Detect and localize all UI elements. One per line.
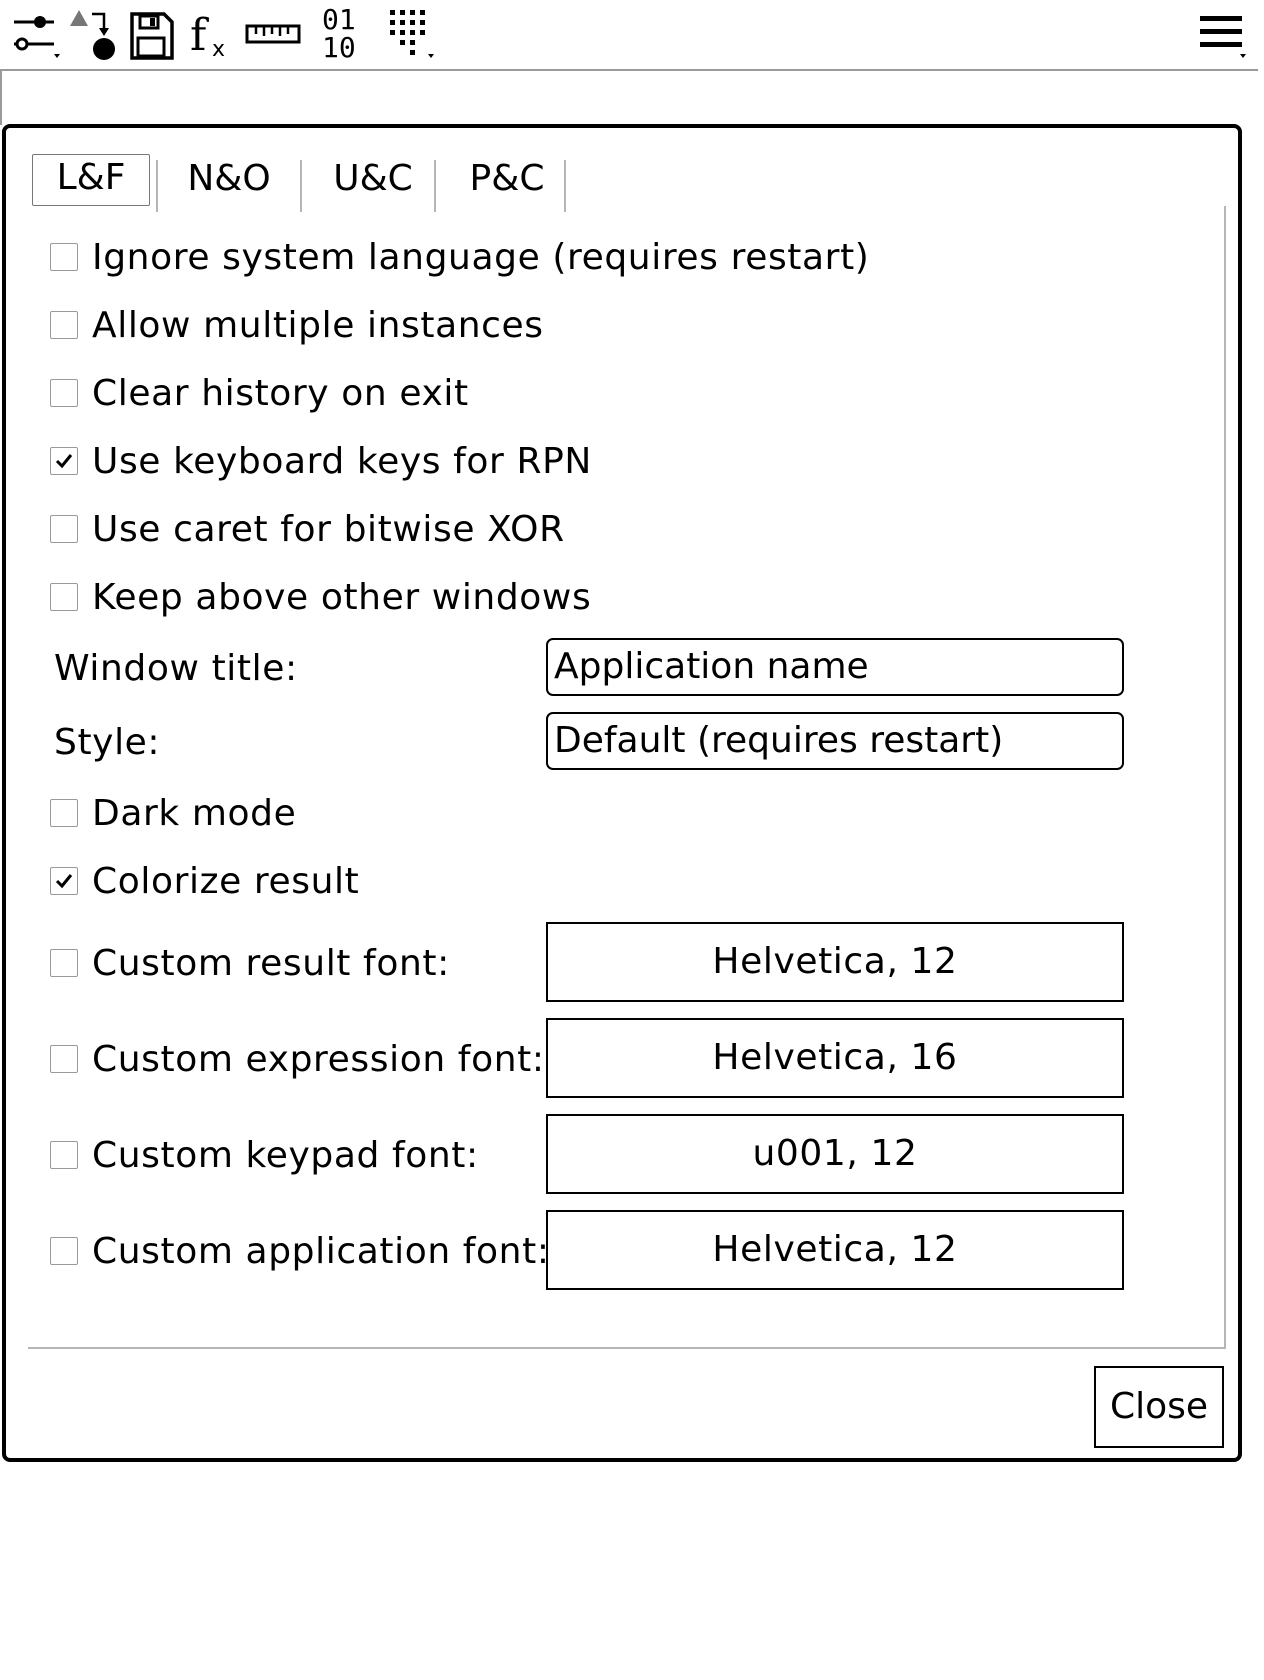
style-combobox[interactable]: Default (requires restart) [546,712,1124,770]
dark-mode-option[interactable]: Dark mode [50,788,296,838]
rpn-keyboard-keys-option[interactable]: Use keyboard keys for RPN [50,436,592,486]
application-font-button[interactable]: Helvetica, 12 [546,1210,1124,1290]
keypad-font-button[interactable]: u001, 12 [546,1114,1124,1194]
option-label: Allow multiple instances [92,304,544,346]
expression-area-edge [0,69,2,125]
option-label: Custom application font: [92,1230,550,1272]
ignore-system-language-option[interactable]: Ignore system language (requires restart… [50,232,869,282]
clear-history-option[interactable]: Clear history on exit [50,368,469,418]
tab-divider [434,160,436,212]
checkbox[interactable] [50,949,78,977]
option-label: Use caret for bitwise XOR [92,508,565,550]
option-label: Custom keypad font: [92,1134,479,1176]
function-icon[interactable]: f x [188,6,238,62]
custom-application-font-option[interactable]: Custom application font: [50,1226,550,1276]
checkbox[interactable] [50,1237,78,1265]
caret-bitwise-xor-option[interactable]: Use caret for bitwise XOR [50,504,565,554]
settings-sliders-icon[interactable] [10,6,62,62]
tab-label: U&C [333,158,413,199]
tab-label: L&F [56,157,126,198]
checkmark-icon [55,454,73,469]
option-label: Custom result font: [92,942,450,984]
tab-pane-border [1224,206,1226,1348]
colorize-result-option[interactable]: Colorize result [50,856,359,906]
binary-bottom: 10 [322,31,356,64]
tab-divider [300,160,302,212]
custom-keypad-font-option[interactable]: Custom keypad font: [50,1130,479,1180]
checkbox[interactable] [50,1045,78,1073]
checkbox[interactable] [50,243,78,271]
checkbox[interactable] [50,379,78,407]
checkbox[interactable] [50,515,78,543]
custom-expression-font-option[interactable]: Custom expression font: [50,1034,545,1084]
checkbox[interactable] [50,311,78,339]
checkbox[interactable] [50,583,78,611]
tab-numbers-and-operators[interactable]: N&O [164,152,294,206]
option-label: Keep above other windows [92,576,592,618]
toolbar: f x 01 10 [0,0,1264,70]
preferences-dialog: L&F N&O U&C P&C Ignore system language (… [2,124,1242,1462]
svg-text:f: f [190,10,209,61]
tab-pane-border [28,1347,1226,1349]
option-label: Colorize result [92,860,360,902]
window-title-combobox[interactable]: Application name [546,638,1124,696]
window-title-label: Window title: [54,648,298,689]
option-label: Use keyboard keys for RPN [92,440,592,482]
tab-parsing-and-calculation[interactable]: P&C [442,152,572,206]
save-icon[interactable] [128,6,174,62]
tab-divider [156,160,158,212]
option-label: Clear history on exit [92,372,469,414]
expression-font-button[interactable]: Helvetica, 16 [546,1018,1124,1098]
tab-units-and-currencies[interactable]: U&C [308,152,438,206]
allow-multiple-instances-option[interactable]: Allow multiple instances [50,300,544,350]
hamburger-menu-icon[interactable] [1194,6,1250,62]
close-button[interactable]: Close [1094,1366,1224,1448]
tab-look-and-feel[interactable]: L&F [32,154,150,206]
svg-text:x: x [212,37,225,62]
tab-divider [564,160,566,212]
keep-above-option[interactable]: Keep above other windows [50,572,591,622]
checkbox[interactable] [50,867,78,895]
option-label: Custom expression font: [92,1038,545,1080]
option-label: Dark mode [92,792,297,834]
custom-result-font-option[interactable]: Custom result font: [50,938,450,988]
result-font-button[interactable]: Helvetica, 12 [546,922,1124,1002]
toolbar-divider [0,69,1258,71]
binary-icon[interactable]: 01 10 [322,6,370,62]
keypad-icon[interactable] [388,6,442,62]
checkbox[interactable] [50,799,78,827]
ruler-icon[interactable] [244,6,304,62]
tab-label: P&C [469,158,545,199]
checkbox[interactable] [50,1141,78,1169]
tab-label: N&O [187,158,271,199]
style-label: Style: [54,722,161,763]
shapes-icon[interactable] [68,6,118,62]
option-label: Ignore system language (requires restart… [92,236,870,278]
checkmark-icon [55,874,73,889]
checkbox[interactable] [50,447,78,475]
binary-top: 01 [322,3,356,36]
